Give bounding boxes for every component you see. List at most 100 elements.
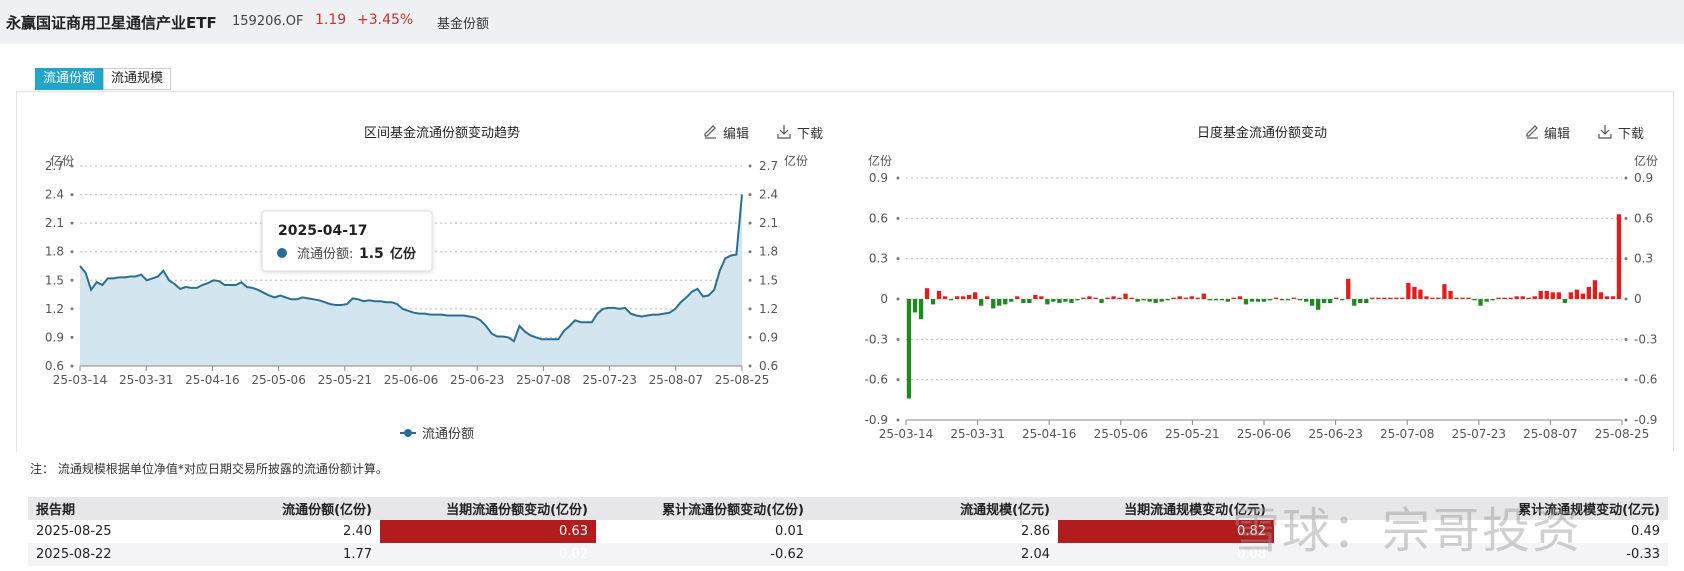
y-tick-dot: [70, 307, 74, 311]
bar: [1364, 299, 1369, 303]
y-tick-dot: [70, 278, 74, 282]
bar: [1069, 299, 1074, 303]
bar: [1442, 284, 1447, 299]
left-edit-button[interactable]: 编辑: [704, 125, 749, 142]
bar: [1472, 299, 1477, 301]
right-download-button[interactable]: 下载: [1598, 125, 1644, 142]
bar: [1544, 290, 1549, 299]
chart-tooltip: 2025-04-17 流通份额: 1.5 亿份: [261, 210, 433, 272]
bar: [1045, 299, 1050, 305]
bar: [1039, 296, 1044, 299]
y-tick-dot: [1624, 297, 1628, 301]
bar: [1592, 280, 1598, 299]
bar: [1075, 299, 1080, 301]
x-tick-label: 25-04-16: [185, 373, 239, 387]
y-tick-dot: [70, 193, 74, 197]
left-y-unit-right: 亿份: [784, 153, 808, 168]
bar: [1376, 297, 1381, 299]
x-tick-label: 25-07-08: [1380, 427, 1434, 441]
left-download-button[interactable]: 下载: [777, 125, 823, 142]
bar: [1051, 299, 1056, 302]
bar: [1195, 297, 1200, 299]
y-tick-dot: [896, 418, 900, 422]
y-tick-label: 2.1: [45, 216, 64, 230]
bar: [1334, 297, 1339, 299]
bar: [1105, 297, 1110, 299]
bar: [1352, 299, 1357, 306]
bar: [1610, 296, 1616, 299]
bar: [1171, 297, 1176, 299]
bar: [1003, 299, 1008, 305]
bar: [936, 290, 942, 299]
y-tick-label: 0: [1634, 292, 1642, 306]
bar: [1412, 286, 1417, 299]
bar: [1604, 296, 1610, 299]
cell-share-change: 0.02: [380, 543, 596, 566]
left-chart-title: 区间基金流通份额变动趋势: [364, 125, 520, 141]
bar: [1322, 299, 1327, 303]
y-tick-dot: [748, 364, 752, 368]
bar: [1580, 293, 1585, 299]
y-tick-label: 0.6: [45, 359, 64, 373]
bar: [1153, 299, 1158, 303]
bar: [1009, 299, 1014, 302]
bar: [1123, 293, 1128, 299]
bar: [1225, 299, 1230, 302]
cell-shares: 2.40: [343, 524, 372, 539]
x-tick-label: 25-06-06: [384, 373, 438, 387]
col-header[interactable]: 当期流通份额变动(亿份): [380, 497, 596, 520]
y-tick-label: 0: [880, 292, 888, 306]
bar: [1340, 299, 1345, 301]
bar: [1141, 299, 1146, 301]
y-tick-label: 0.3: [1634, 252, 1653, 266]
left-edit-label: 编辑: [723, 127, 749, 142]
y-tick-dot: [896, 176, 900, 180]
bar: [973, 292, 978, 299]
y-tick-label: 2.4: [45, 188, 64, 202]
bar: [1394, 297, 1399, 299]
cell-shares: 1.77: [194, 543, 380, 566]
bar: [1532, 296, 1537, 299]
y-tick-dot: [1624, 418, 1628, 422]
right-edit-button[interactable]: 编辑: [1526, 125, 1570, 142]
bar: [1147, 299, 1152, 302]
bar: [1255, 299, 1261, 302]
y-tick-label: 0.3: [869, 252, 888, 266]
x-tick-label: 25-07-23: [582, 373, 636, 387]
bar: [1207, 299, 1212, 301]
x-tick-label: 25-03-31: [119, 373, 173, 387]
bar: [1310, 299, 1315, 306]
y-tick-label: 1.5: [759, 273, 778, 287]
bar: [1346, 278, 1351, 299]
bar: [1598, 292, 1604, 299]
bar: [1418, 289, 1423, 299]
bar: [1478, 299, 1483, 306]
bar: [1400, 297, 1405, 299]
y-tick-label: 2.1: [759, 216, 778, 230]
cell-share-change: 0.63: [380, 520, 596, 543]
left-legend[interactable]: 流通份额: [400, 427, 474, 442]
bar: [1219, 299, 1224, 301]
bar: [1189, 296, 1194, 299]
bar: [1261, 299, 1267, 302]
y-tick-dot: [1624, 176, 1628, 180]
col-header[interactable]: 流通规模(亿元): [812, 497, 1058, 520]
bar: [1081, 297, 1086, 299]
x-tick-label: 25-08-07: [649, 373, 703, 387]
col-header[interactable]: 累计流通份额变动(亿份): [596, 497, 812, 520]
bar: [1087, 296, 1092, 299]
x-tick-label: 25-08-25: [1595, 427, 1649, 441]
y-tick-dot: [70, 221, 74, 225]
bar: [1526, 297, 1531, 299]
bar: [1490, 299, 1495, 301]
col-header[interactable]: 流通份额(亿份): [194, 497, 380, 520]
bar: [1424, 296, 1429, 299]
col-header[interactable]: 报告期: [28, 497, 194, 520]
left-legend-label: 流通份额: [422, 427, 474, 442]
bar: [1201, 293, 1206, 299]
right-chart-title: 日度基金流通份额变动: [1197, 125, 1327, 141]
bar: [906, 299, 912, 399]
bar: [1454, 297, 1459, 299]
charts-svg: 区间基金流通份额变动趋势 编辑 下载 亿份 亿份 0.6 0.6 0.9 0.9 1.2…: [45, 125, 1658, 442]
y-tick-dot: [748, 307, 752, 311]
